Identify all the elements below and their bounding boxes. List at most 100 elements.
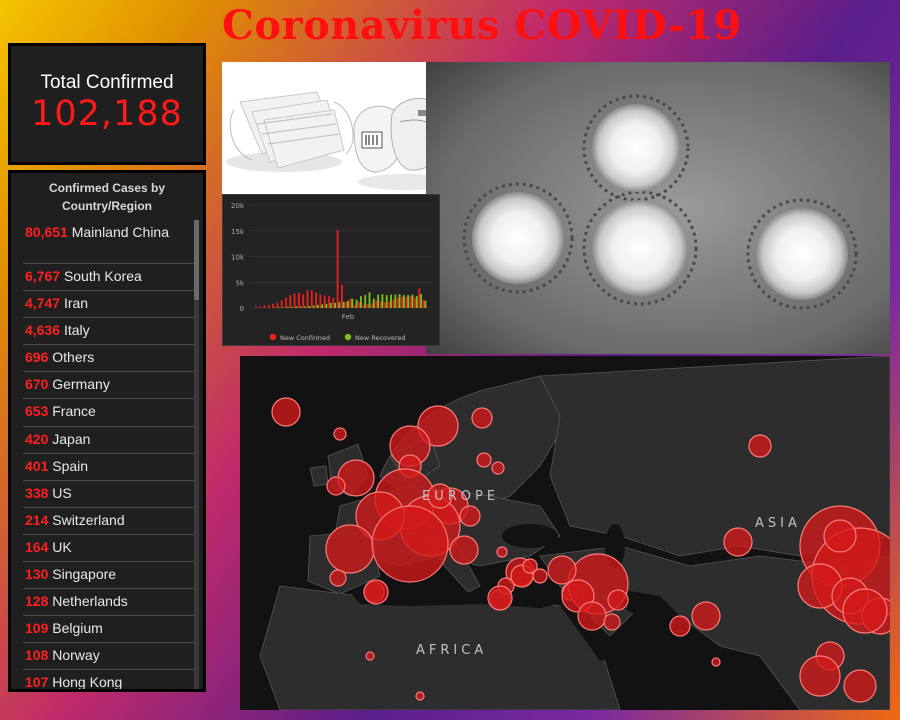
country-case-count: 4,636 (25, 322, 61, 339)
confirmed-bar (289, 295, 292, 308)
country-case-count: 109 (25, 620, 49, 637)
case-bubble[interactable] (459, 505, 481, 527)
y-tick-label: 20k (231, 202, 245, 210)
case-bubble[interactable] (449, 535, 479, 565)
case-bubble[interactable] (842, 588, 888, 634)
country-name: Hong Kong (52, 674, 123, 691)
case-bubble[interactable] (371, 505, 449, 583)
case-bubble[interactable] (823, 519, 857, 553)
country-name: South Korea (63, 268, 142, 284)
map-label-asia: ASIA (755, 516, 801, 531)
case-bubble[interactable] (547, 555, 577, 585)
country-row[interactable]: 109 Belgium (23, 616, 194, 644)
case-bubble[interactable] (607, 589, 629, 611)
confirmed-bar (418, 288, 421, 308)
recovered-bar (398, 294, 401, 308)
confirmed-bar (276, 302, 279, 308)
confirmed-bar (401, 296, 404, 308)
legend-swatch (269, 333, 277, 341)
confirmed-bar (388, 301, 391, 308)
recovered-bar (329, 302, 332, 308)
recovered-bar (291, 306, 294, 308)
confirmed-bar (409, 296, 412, 308)
country-row[interactable]: 696 Others (23, 345, 194, 373)
case-bubble[interactable] (415, 691, 425, 701)
case-bubble[interactable] (326, 476, 346, 496)
confirmed-bar (319, 294, 322, 308)
case-bubble[interactable] (711, 657, 721, 667)
cases-list-scrollbar[interactable] (194, 220, 199, 689)
country-case-count: 164 (25, 538, 49, 555)
country-name: Spain (52, 457, 89, 474)
recovered-bar (295, 306, 298, 308)
case-bubble[interactable] (476, 452, 492, 468)
case-bubble[interactable] (496, 546, 508, 558)
country-row[interactable]: 108 Norway (23, 643, 194, 671)
confirmed-bar (280, 300, 283, 308)
world-cases-map[interactable]: EUROPE ASIA AFRICA (240, 356, 890, 710)
country-name: Mainland China (71, 224, 170, 240)
confirmed-bar (259, 306, 262, 308)
country-case-count: 401 (25, 457, 49, 474)
confirmed-bar (384, 302, 386, 308)
country-row[interactable]: 401 Spain (23, 454, 194, 481)
legend-label: New Recovered (355, 334, 406, 342)
country-case-count: 128 (25, 593, 49, 610)
case-bubble[interactable] (471, 407, 493, 429)
case-bubble[interactable] (669, 615, 691, 637)
confirmed-bar (255, 306, 257, 308)
y-tick-label: 15k (231, 228, 245, 236)
case-bubble[interactable] (333, 427, 347, 441)
country-row[interactable]: 670 Germany (23, 372, 194, 400)
country-row[interactable]: 4,747 Iran (23, 291, 194, 319)
recovered-bar (390, 294, 392, 308)
confirmed-bar (298, 292, 300, 308)
confirmed-bar (293, 293, 296, 308)
confirmed-bar (345, 301, 348, 308)
case-bubble[interactable] (491, 461, 505, 475)
confirmed-bar (302, 294, 305, 308)
confirmed-bar (422, 299, 425, 308)
recovered-bar (355, 299, 358, 308)
cases-list[interactable]: 80,651 Mainland China 6,767 South Korea 4,… (23, 220, 194, 691)
case-bubble[interactable] (329, 569, 347, 587)
recovered-bar (274, 307, 276, 308)
case-bubble[interactable] (603, 613, 621, 631)
country-row[interactable]: 164 UK (23, 535, 194, 563)
case-bubble[interactable] (723, 527, 753, 557)
confirmed-bar (263, 305, 266, 308)
country-row[interactable]: 6,767 South Korea (23, 264, 194, 292)
recovered-bar (312, 305, 315, 308)
case-bubble[interactable] (532, 568, 548, 584)
case-bubble[interactable] (271, 397, 301, 427)
case-bubble[interactable] (577, 601, 607, 631)
country-row[interactable]: 128 Netherlands (23, 589, 194, 617)
case-bubble[interactable] (843, 669, 877, 703)
case-bubble[interactable] (325, 524, 375, 574)
scrollbar-thumb[interactable] (194, 220, 199, 300)
case-bubble[interactable] (363, 579, 389, 605)
country-row[interactable]: 214 Switzerland (23, 508, 194, 535)
country-case-count: 130 (25, 566, 49, 583)
y-tick-label: 0 (240, 305, 244, 313)
country-row[interactable]: 80,651 Mainland China (23, 220, 194, 264)
country-row[interactable]: 4,636 Italy (23, 318, 194, 346)
case-bubble[interactable] (365, 651, 375, 661)
case-bubble[interactable] (487, 585, 513, 611)
total-confirmed-value: 102,188 (31, 94, 183, 134)
case-bubble[interactable] (799, 655, 841, 697)
recovered-bar (325, 303, 328, 308)
case-bubble[interactable] (691, 601, 721, 631)
recovered-bar (381, 294, 384, 308)
recovered-bar (368, 292, 371, 308)
country-row[interactable]: 130 Singapore (23, 562, 194, 590)
case-bubble[interactable] (748, 434, 772, 458)
country-name: Others (52, 349, 95, 366)
country-row[interactable]: 338 US (23, 481, 194, 508)
country-row[interactable]: 653 France (23, 399, 194, 427)
country-row[interactable]: 420 Japan (23, 427, 194, 454)
country-row[interactable]: 107 Hong Kong (23, 670, 194, 691)
coronavirus-micrograph-image (426, 62, 890, 354)
daily-cases-chart-svg: 20k 15k 10k 5k 0 Feb New Confirmed New Recovere… (231, 202, 433, 342)
map-label-africa: AFRICA (416, 643, 488, 658)
